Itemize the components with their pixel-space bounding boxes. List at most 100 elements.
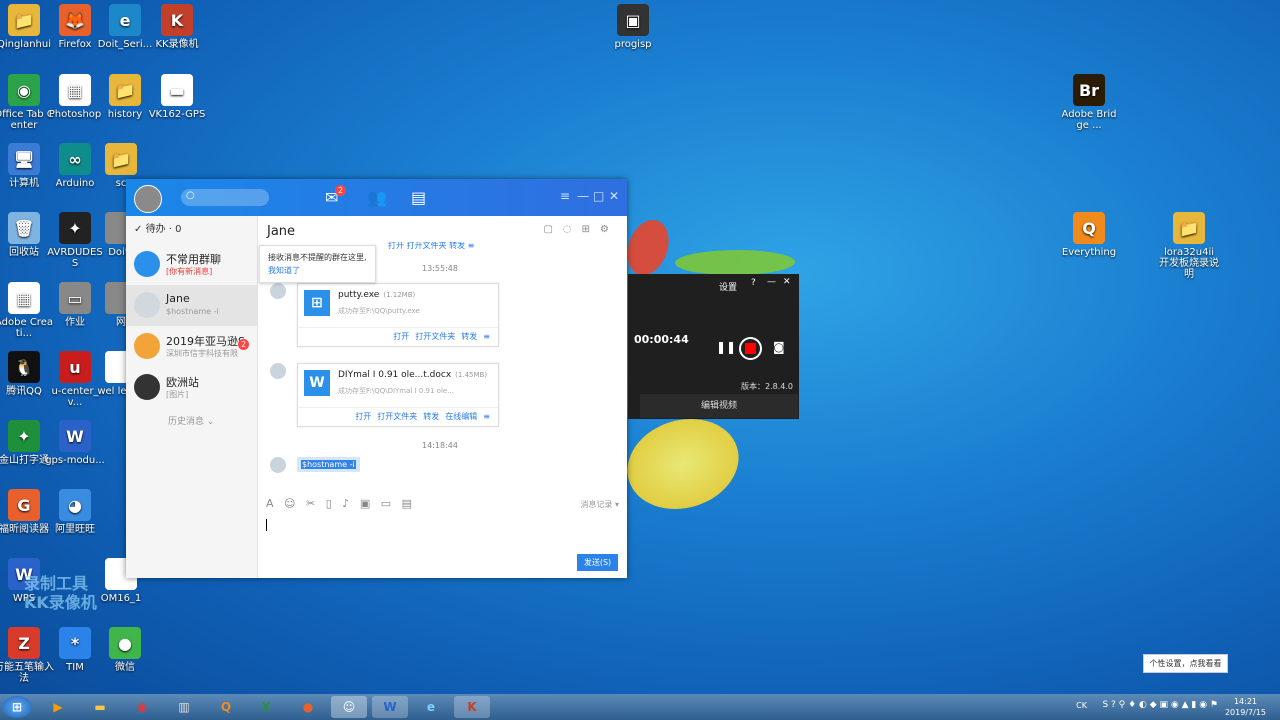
recorder-settings-link[interactable]: 设置 [719,280,737,293]
conversation-preview: 深圳市信宇科技有限 [166,349,238,358]
scissors-icon[interactable]: ✂ [306,497,315,510]
desktop-icon[interactable]: Br Adobe Bridge ... [1059,74,1119,131]
files-tab-icon[interactable]: ▤ [411,188,426,207]
taskbar-wps-icon[interactable]: W [372,696,408,718]
qq-window[interactable]: ○ ✉ 2 👥 ▤ ≡ — □ ✕ ✓ 待办 · 0 不常用群聊 [你有新消息] J… [126,179,627,578]
conversation-item[interactable]: Jane $hostname -i [126,285,257,326]
got-it-link[interactable]: 我知道了 [268,264,367,277]
conversation-item[interactable]: 不常用群聊 [你有新消息] [126,244,257,285]
search-box[interactable]: ○ [181,189,269,206]
font-icon[interactable]: A [266,497,274,510]
taskbar-chrome-icon[interactable]: ◉ [124,696,160,718]
taskbar-kk-icon[interactable]: K [454,696,490,718]
maximize-icon[interactable]: □ [593,189,604,203]
app-icon: ▬ [161,74,193,106]
taskbar-excel-icon[interactable]: X [248,696,284,718]
taskbar-qq-icon[interactable]: ☺ [331,696,367,718]
app-icon: Z [8,627,40,659]
conversation-name: 欧洲站 [166,376,199,389]
taskbar-firefox-icon[interactable]: ● [290,696,326,718]
desktop-icon[interactable]: Q Everything [1059,212,1119,258]
desktop-icon[interactable]: e Doit_Seri... [95,4,155,50]
desktop-icon[interactable]: K KK录像机 [147,4,207,50]
more-icon[interactable]: ≡ [483,332,490,341]
desktop-icon[interactable]: ◕ 阿里旺旺 [45,489,105,535]
more-icon[interactable]: ≡ [483,412,490,421]
tray-balloon[interactable]: 个性设置，点我看看 [1143,654,1228,673]
pause-icon[interactable]: ❚❚ [716,340,736,354]
image-icon[interactable]: ▣ [360,497,370,510]
file-message[interactable]: W DIYmal I 0.91 ole...t.docx (1.45MB) 成功存… [297,363,499,427]
edit-video-button[interactable]: 编辑视频 [640,394,798,418]
start-button[interactable]: ⊞ [2,696,32,718]
message-input[interactable] [266,516,619,566]
open-link[interactable]: 打开 [355,412,371,421]
folder-icon[interactable]: ▭ [381,497,391,510]
taskbar-ie-icon[interactable]: e [413,696,449,718]
contacts-tab-icon[interactable]: 👥 [367,188,387,207]
desktop-icon[interactable]: Wgps-modu... [45,420,105,466]
emoji-icon[interactable]: ☺ [284,497,295,510]
history-messages-link[interactable]: 历史消息 ⌄ [126,414,257,427]
text-message[interactable]: $hostname -i [297,457,360,472]
open-folder-link[interactable]: 打开文件夹 [377,412,417,421]
lang-indicator[interactable]: CK [1076,701,1087,710]
exe-file-icon: ⊞ [304,290,330,316]
minimize-icon[interactable]: — [767,277,776,287]
menu-icon[interactable]: ≡ [560,189,570,203]
file-status: 成功存至F:\QQ\putty.exe [338,307,420,315]
desktop-icon-label: progisp [614,39,652,50]
close-icon[interactable]: ✕ [783,277,791,287]
online-edit-link[interactable]: 在线编辑 [445,412,477,421]
conversation-item[interactable]: 2019年亚马逊S 深圳市信宇科技有限 2 [126,326,257,367]
forward-link[interactable]: 转发 [423,412,439,421]
open-link[interactable]: 打开 [393,332,409,341]
app-icon: 🗑 [8,212,40,244]
app-icon: 📁 [1173,212,1205,244]
desktop-icon-label: 微信 [115,662,135,673]
chat-header-icons[interactable]: ▢◌⊞⚙ [543,224,619,235]
word-file-icon: W [304,370,330,396]
calendar-icon[interactable]: ▤ [402,497,412,510]
app-icon: ▦ [59,74,91,106]
camera-icon[interactable]: ◙ [773,340,785,354]
file-message[interactable]: ⊞ putty.exe (1.12MB) 成功存至F:\QQ\putty.exe … [297,283,499,347]
message-history-button[interactable]: 消息记录 ▾ [580,499,619,510]
desktop-icon-label: gps-modu... [45,455,105,466]
user-avatar[interactable] [134,185,162,213]
desktop-icon[interactable]: ▣ progisp [603,4,663,50]
tray-icons[interactable]: S ? ⚲ ♦ ◐ ◆ ▣ ◉ ▲ ▮ ◉ ⚑ [1102,700,1218,710]
desktop-icon-label: Adobe Bridge ... [1061,109,1117,131]
app-icon: ✦ [8,420,40,452]
record-timer: 00:00:44 [634,333,689,346]
chat-panel: Jane ▢◌⊞⚙ 接收消息不提醒的群在这里, 我知道了 打开 打开文件夹 转发… [258,216,627,578]
taskbar-explorer-icon[interactable]: ▬ [82,696,118,718]
check-icon: ✓ [134,224,146,235]
close-icon[interactable]: ✕ [609,189,619,203]
open-folder-link[interactable]: 打开文件夹 [415,332,455,341]
recorder-window[interactable]: 设置 ? — ✕ 00:00:44 ❚❚ ◙ 版本：2.8.4.0 编辑视频 [628,274,799,419]
desktop-icon[interactable]: ● 微信 [95,627,155,673]
forward-link[interactable]: 转发 [461,332,477,341]
minimize-icon[interactable]: — [577,189,589,203]
send-button[interactable]: 发送(S) [577,554,618,571]
taskbar-app-icon[interactable]: ▥ [166,696,202,718]
taskbar-media-icon[interactable]: ▶ [40,696,76,718]
chat-title: Jane [267,224,296,239]
timestamp: 13:55:48 [422,264,458,273]
app-icon: K [161,4,193,36]
help-icon[interactable]: ? [751,278,756,288]
todo-item[interactable]: ✓ 待办 · 0 [126,216,257,244]
clock[interactable]: 14:21 2019/7/15 [1225,696,1266,718]
conversation-preview: [你有新消息] [166,267,213,276]
app-icon: ▣ [617,4,649,36]
mic-icon[interactable]: ♪ [342,497,349,510]
desktop-icon[interactable]: 📁 lora32u4ii开发板烧录说明 [1159,212,1219,280]
taskbar-search-icon[interactable]: Q [208,696,244,718]
record-stop-button[interactable] [739,337,762,360]
desktop-icon[interactable]: ▬ VK162-GPS [147,74,207,120]
app-icon: 🐧 [8,351,40,383]
desktop-icon[interactable]: 📁 history [95,74,155,120]
conversation-item[interactable]: 欧洲站 [图片] [126,367,257,408]
shake-icon[interactable]: ▯ [326,497,332,510]
